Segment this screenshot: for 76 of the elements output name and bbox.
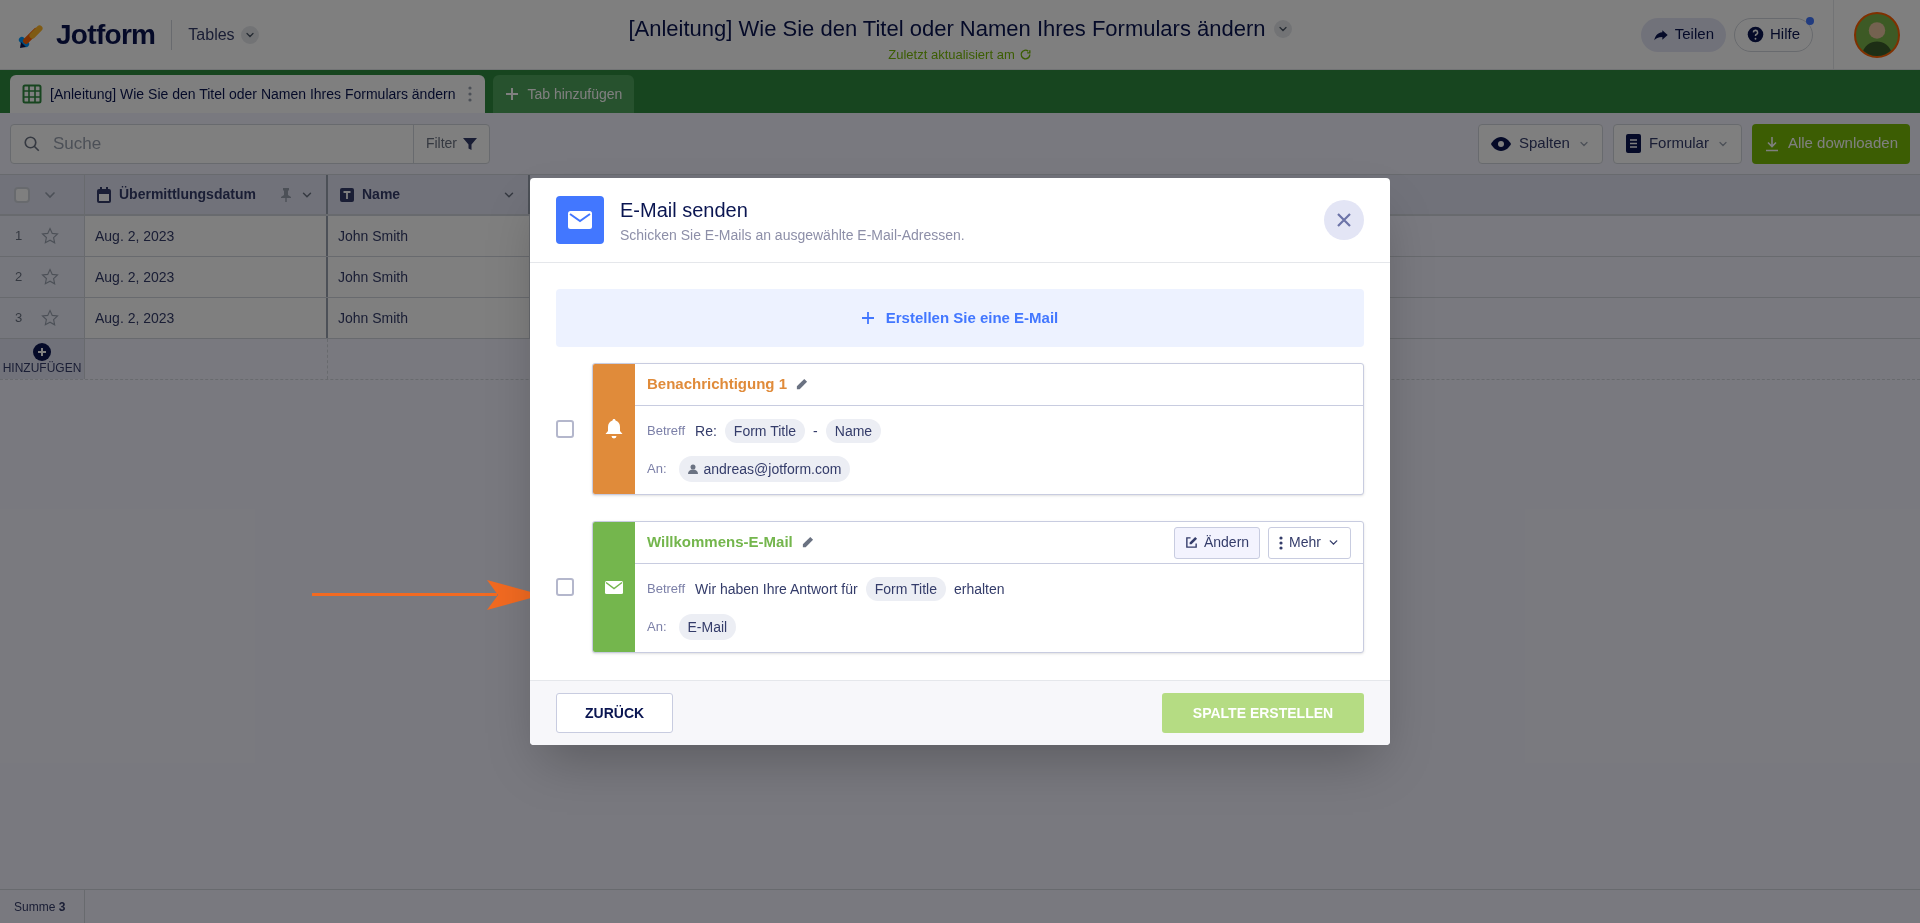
- star-icon[interactable]: [41, 309, 59, 327]
- logo-text: Jotform: [56, 17, 156, 52]
- form-title: [Anleitung] Wie Sie den Titel oder Namen Ihres Formulars ändern: [628, 15, 1266, 43]
- pencil-icon[interactable]: [795, 378, 809, 391]
- email-checkbox[interactable]: [556, 420, 574, 438]
- download-icon: [1763, 135, 1780, 152]
- plus-icon: [861, 312, 874, 324]
- row-number: 1: [15, 227, 24, 246]
- star-icon[interactable]: [41, 227, 59, 245]
- text-type-icon: [340, 187, 354, 202]
- table-icon: [22, 84, 42, 104]
- recipient-label: An:: [647, 460, 667, 479]
- subject-text: Re:: [695, 421, 717, 441]
- caret-icon: [1273, 19, 1292, 38]
- caret-icon: [240, 25, 259, 44]
- product-dropdown[interactable]: Tables: [188, 22, 259, 47]
- table-cell: Aug. 2, 2023: [85, 216, 328, 256]
- subject-text: -: [813, 421, 818, 441]
- search-icon: [23, 134, 41, 153]
- calendar-icon: [97, 186, 111, 203]
- share-button[interactable]: Teilen: [1640, 17, 1726, 52]
- row-count: Summe 3: [14, 898, 66, 916]
- add-row-button[interactable]: HINZUFÜGEN: [0, 339, 85, 379]
- table-cell: John Smith: [328, 298, 530, 338]
- envelope-icon: [605, 580, 623, 594]
- pin-icon: [280, 187, 292, 202]
- recipient-tag: E-Mail: [678, 614, 737, 640]
- modal-title: E-Mail senden: [620, 197, 749, 223]
- help-icon: [1747, 26, 1764, 43]
- field-tag: Form Title: [865, 577, 946, 601]
- recipient-label: An:: [647, 618, 667, 637]
- table-cell: Aug. 2, 2023: [85, 257, 328, 297]
- avatar[interactable]: [1854, 11, 1900, 58]
- subject-text: Wir haben Ihre Antwort für: [695, 579, 858, 599]
- table-cell: John Smith: [328, 216, 530, 256]
- email-name: Benachrichtigung 1: [647, 374, 788, 395]
- close-button[interactable]: [1324, 200, 1364, 240]
- create-email-button[interactable]: Erstellen Sie eine E-Mail: [556, 289, 1364, 347]
- subject-label: Betreff: [647, 422, 686, 441]
- document-icon: [1625, 134, 1641, 153]
- filter-icon: [463, 136, 477, 151]
- edit-button[interactable]: Ändern: [1173, 526, 1261, 559]
- recipient-tag: andreas@jotform.com: [678, 456, 851, 482]
- bell-icon: [605, 419, 623, 439]
- back-button[interactable]: ZURÜCK: [556, 693, 674, 733]
- email-checkbox[interactable]: [556, 578, 574, 596]
- help-button[interactable]: Hilfe: [1734, 17, 1813, 52]
- mail-icon: [556, 196, 604, 244]
- table-cell: Aug. 2, 2023: [85, 298, 328, 338]
- edit-icon: [1184, 536, 1198, 549]
- pencil-icon[interactable]: [800, 536, 814, 549]
- refresh-icon: [1018, 48, 1032, 62]
- subject-text: erhalten: [953, 579, 1005, 599]
- more-icon: [467, 85, 474, 103]
- row-number: 2: [15, 268, 24, 287]
- star-icon[interactable]: [41, 268, 59, 286]
- field-tag: Name: [825, 419, 882, 443]
- plus-icon: [505, 87, 520, 101]
- person-icon: [687, 464, 698, 474]
- kebab-icon: [1279, 535, 1284, 550]
- columns-dropdown[interactable]: Spalten: [1478, 123, 1603, 164]
- add-tab-button[interactable]: Tab hinzufügen: [493, 75, 635, 113]
- more-button[interactable]: Mehr: [1268, 526, 1351, 559]
- modal-subtitle: Schicken Sie E-Mails an ausgewählte E-Mail-Adressen.: [620, 225, 965, 245]
- email-name: Willkommens-E-Mail: [647, 532, 793, 553]
- sheet-tab[interactable]: [Anleitung] Wie Sie den Titel oder Namen Ihres Formulars ändern: [10, 75, 486, 113]
- filter-button[interactable]: Filter: [412, 124, 489, 163]
- row-number: 3: [15, 309, 24, 328]
- table-cell: John Smith: [328, 257, 530, 297]
- close-icon: [1336, 212, 1352, 228]
- field-tag: Form Title: [724, 419, 806, 443]
- form-dropdown[interactable]: Formular: [1612, 123, 1742, 164]
- update-status: Zuletzt aktualisiert am: [888, 46, 1015, 64]
- subject-label: Betreff: [647, 580, 686, 599]
- plus-icon: [33, 342, 51, 361]
- eye-icon: [1491, 136, 1511, 151]
